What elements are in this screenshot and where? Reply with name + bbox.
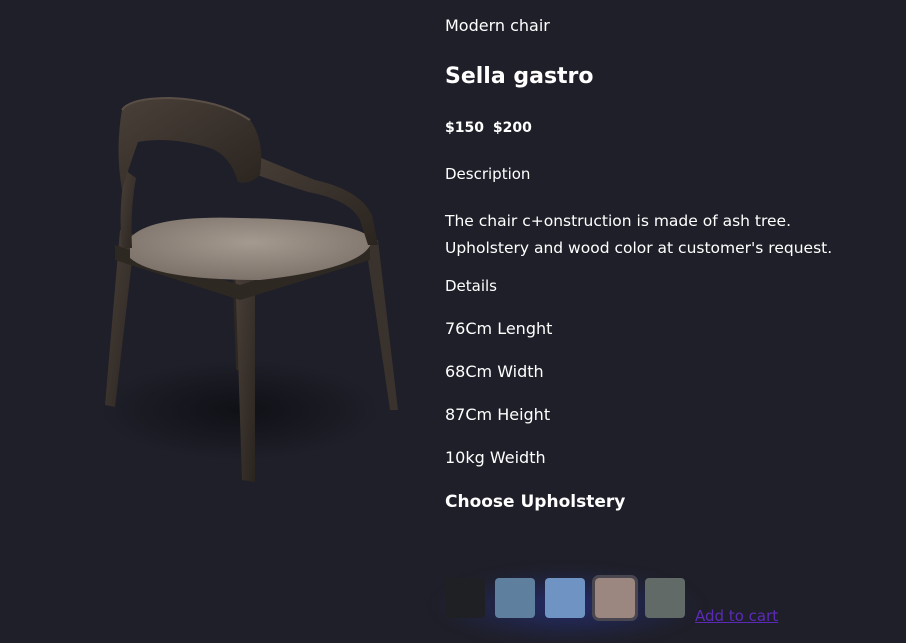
swatch-black[interactable] — [445, 578, 485, 618]
price-current: $150 — [445, 120, 484, 136]
swatch-grey-green[interactable] — [645, 578, 685, 618]
upholstery-swatches — [445, 575, 695, 621]
swatch-light-blue[interactable] — [545, 578, 585, 618]
description-text: The chair c+onstruction is made of ash t… — [445, 212, 833, 257]
chair-image — [100, 96, 398, 482]
spec-weight: 10kg Weidth — [445, 448, 546, 467]
description-label: Description — [445, 165, 531, 183]
price-old: $200 — [492, 120, 532, 136]
upholstery-label: Choose Upholstery — [445, 492, 626, 512]
spec-width: 68Cm Width — [445, 362, 544, 381]
swatch-beige[interactable] — [592, 575, 638, 621]
product-category: Modern chair — [445, 16, 550, 35]
spec-height: 87Cm Height — [445, 405, 551, 424]
add-to-cart-link[interactable]: Add to cart — [695, 607, 778, 625]
details-label: Details — [445, 277, 498, 295]
spec-length: 76Cm Lenght — [445, 319, 553, 338]
product-price: $150 $200 — [445, 121, 532, 135]
swatch-denim-blue[interactable] — [495, 578, 535, 618]
product-name: Sella gastro — [445, 64, 594, 89]
